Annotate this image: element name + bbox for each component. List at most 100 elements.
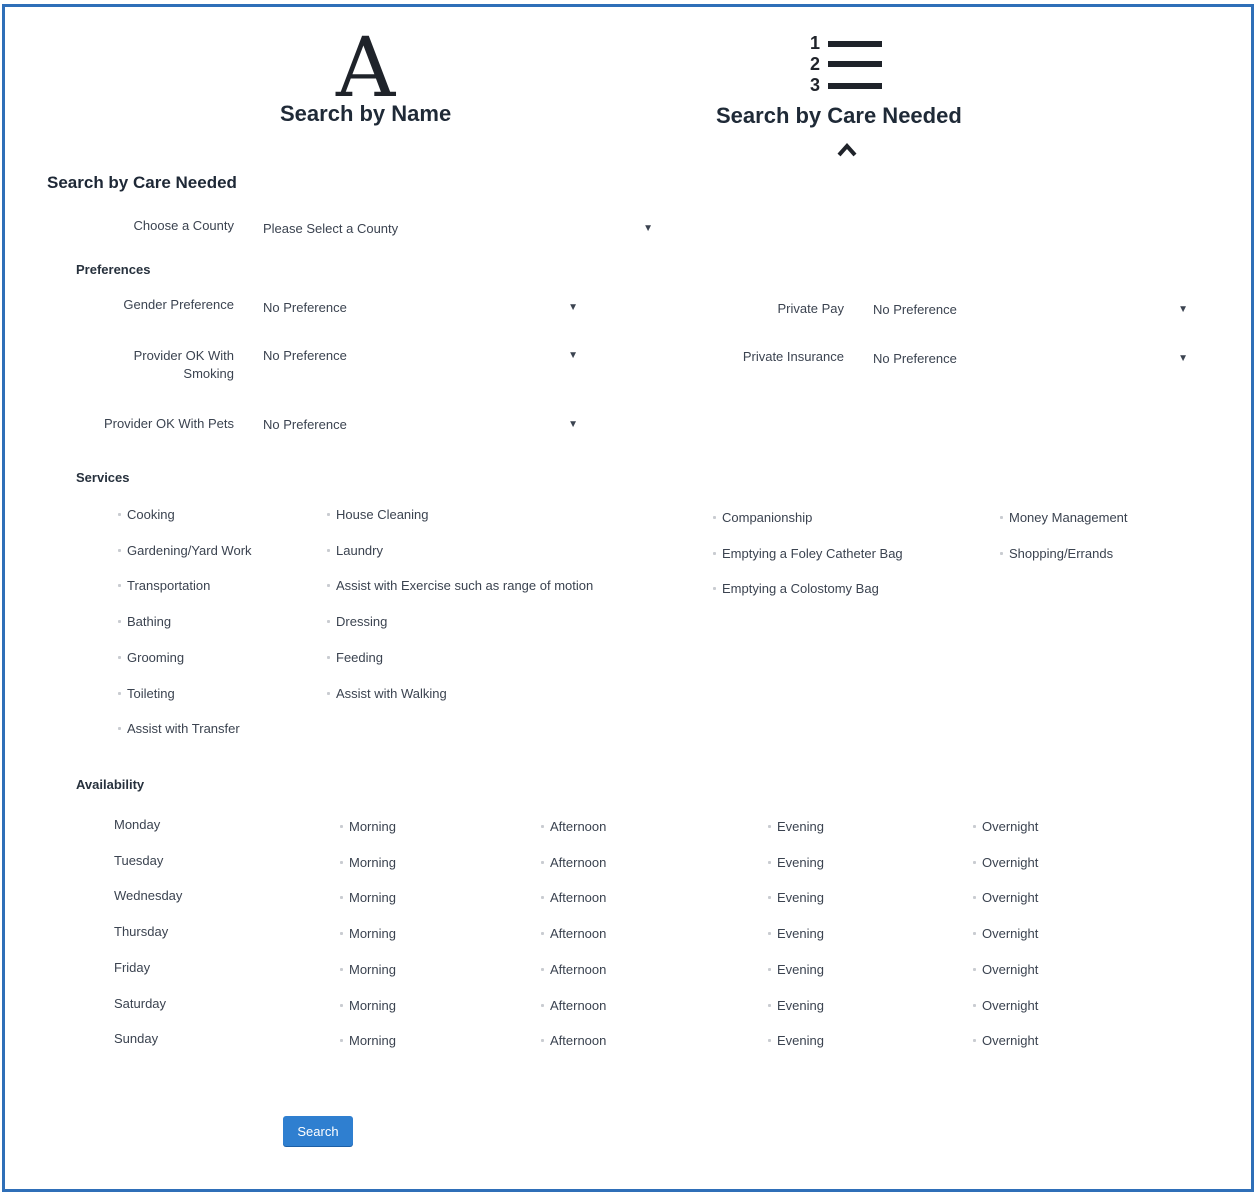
checkbox-box[interactable] — [118, 656, 121, 659]
availability-checkbox[interactable]: Morning — [340, 926, 396, 941]
checkbox-box[interactable] — [768, 896, 771, 899]
service-checkbox[interactable]: Transportation — [118, 578, 210, 593]
checkbox-box[interactable] — [340, 932, 343, 935]
search-button[interactable]: Search — [283, 1116, 353, 1146]
checkbox-box[interactable] — [713, 587, 716, 590]
checkbox-box[interactable] — [541, 896, 544, 899]
availability-checkbox[interactable]: Evening — [768, 926, 824, 941]
checkbox-box[interactable] — [118, 549, 121, 552]
checkbox-box[interactable] — [340, 1004, 343, 1007]
checkbox-box[interactable] — [340, 896, 343, 899]
availability-checkbox[interactable]: Overnight — [973, 998, 1038, 1013]
availability-checkbox[interactable]: Evening — [768, 1033, 824, 1048]
service-checkbox[interactable]: Feeding — [327, 650, 383, 665]
availability-checkbox[interactable]: Afternoon — [541, 819, 606, 834]
checkbox-box[interactable] — [541, 861, 544, 864]
checkbox-box[interactable] — [541, 932, 544, 935]
checkbox-box[interactable] — [327, 513, 330, 516]
pets-select[interactable]: No Preference ▼ — [263, 413, 578, 435]
availability-checkbox[interactable]: Overnight — [973, 926, 1038, 941]
checkbox-box[interactable] — [327, 656, 330, 659]
service-checkbox[interactable]: Companionship — [713, 510, 812, 525]
checkbox-box[interactable] — [340, 825, 343, 828]
service-checkbox[interactable]: Toileting — [118, 686, 175, 701]
checkbox-box[interactable] — [541, 968, 544, 971]
checkbox-box[interactable] — [973, 968, 976, 971]
availability-checkbox[interactable]: Afternoon — [541, 890, 606, 905]
service-checkbox[interactable]: House Cleaning — [327, 507, 429, 522]
search-by-name-tab[interactable]: Search by Name — [280, 101, 451, 127]
service-checkbox[interactable]: Shopping/Errands — [1000, 546, 1113, 561]
availability-checkbox[interactable]: Evening — [768, 998, 824, 1013]
availability-checkbox[interactable]: Evening — [768, 819, 824, 834]
checkbox-box[interactable] — [327, 620, 330, 623]
service-checkbox[interactable]: Grooming — [118, 650, 184, 665]
availability-checkbox[interactable]: Morning — [340, 998, 396, 1013]
county-select[interactable]: Please Select a County ▼ — [263, 217, 653, 239]
service-checkbox[interactable]: Assist with Transfer — [118, 721, 240, 736]
checkbox-box[interactable] — [768, 968, 771, 971]
checkbox-box[interactable] — [118, 620, 121, 623]
checkbox-box[interactable] — [541, 1039, 544, 1042]
service-checkbox[interactable]: Gardening/Yard Work — [118, 543, 252, 558]
service-checkbox[interactable]: Laundry — [327, 543, 383, 558]
gender-select[interactable]: No Preference ▼ — [263, 296, 578, 318]
private-insurance-select[interactable]: No Preference ▼ — [873, 347, 1188, 369]
checkbox-box[interactable] — [1000, 516, 1003, 519]
availability-checkbox[interactable]: Evening — [768, 855, 824, 870]
checkbox-box[interactable] — [973, 896, 976, 899]
checkbox-box[interactable] — [1000, 552, 1003, 555]
checkbox-box[interactable] — [327, 584, 330, 587]
smoking-select[interactable]: No Preference ▼ — [263, 344, 578, 366]
availability-checkbox[interactable]: Evening — [768, 890, 824, 905]
checkbox-box[interactable] — [768, 1004, 771, 1007]
checkbox-box[interactable] — [973, 825, 976, 828]
availability-checkbox[interactable]: Overnight — [973, 962, 1038, 977]
service-checkbox[interactable]: Cooking — [118, 507, 175, 522]
checkbox-box[interactable] — [768, 825, 771, 828]
availability-checkbox[interactable]: Morning — [340, 890, 396, 905]
checkbox-box[interactable] — [973, 1004, 976, 1007]
checkbox-box[interactable] — [118, 513, 121, 516]
availability-checkbox[interactable]: Afternoon — [541, 998, 606, 1013]
availability-checkbox[interactable]: Afternoon — [541, 962, 606, 977]
availability-checkbox[interactable]: Overnight — [973, 890, 1038, 905]
checkbox-box[interactable] — [118, 584, 121, 587]
service-checkbox[interactable]: Dressing — [327, 614, 387, 629]
availability-checkbox[interactable]: Morning — [340, 962, 396, 977]
checkbox-box[interactable] — [541, 1004, 544, 1007]
availability-checkbox[interactable]: Overnight — [973, 819, 1038, 834]
numbered-list-icon[interactable]: 1 2 3 — [810, 34, 886, 98]
checkbox-box[interactable] — [541, 825, 544, 828]
service-checkbox[interactable]: Money Management — [1000, 510, 1128, 525]
letter-a-icon[interactable]: A — [336, 28, 395, 110]
checkbox-box[interactable] — [768, 861, 771, 864]
service-checkbox[interactable]: Assist with Exercise such as range of mo… — [327, 578, 593, 593]
availability-checkbox[interactable]: Morning — [340, 819, 396, 834]
availability-checkbox[interactable]: Overnight — [973, 1033, 1038, 1048]
checkbox-box[interactable] — [713, 552, 716, 555]
availability-checkbox[interactable]: Afternoon — [541, 1033, 606, 1048]
checkbox-box[interactable] — [768, 1039, 771, 1042]
checkbox-box[interactable] — [340, 968, 343, 971]
availability-checkbox[interactable]: Afternoon — [541, 926, 606, 941]
service-checkbox[interactable]: Assist with Walking — [327, 686, 447, 701]
availability-checkbox[interactable]: Afternoon — [541, 855, 606, 870]
checkbox-box[interactable] — [768, 932, 771, 935]
availability-checkbox[interactable]: Evening — [768, 962, 824, 977]
checkbox-box[interactable] — [713, 516, 716, 519]
checkbox-box[interactable] — [118, 692, 121, 695]
search-by-care-tab[interactable]: Search by Care Needed — [716, 103, 962, 129]
availability-checkbox[interactable]: Morning — [340, 855, 396, 870]
checkbox-box[interactable] — [340, 1039, 343, 1042]
checkbox-box[interactable] — [973, 1039, 976, 1042]
service-checkbox[interactable]: Bathing — [118, 614, 171, 629]
availability-checkbox[interactable]: Overnight — [973, 855, 1038, 870]
checkbox-box[interactable] — [327, 549, 330, 552]
private-pay-select[interactable]: No Preference ▼ — [873, 298, 1188, 320]
availability-checkbox[interactable]: Morning — [340, 1033, 396, 1048]
service-checkbox[interactable]: Emptying a Foley Catheter Bag — [713, 546, 903, 561]
service-checkbox[interactable]: Emptying a Colostomy Bag — [713, 581, 879, 596]
checkbox-box[interactable] — [973, 861, 976, 864]
checkbox-box[interactable] — [118, 727, 121, 730]
